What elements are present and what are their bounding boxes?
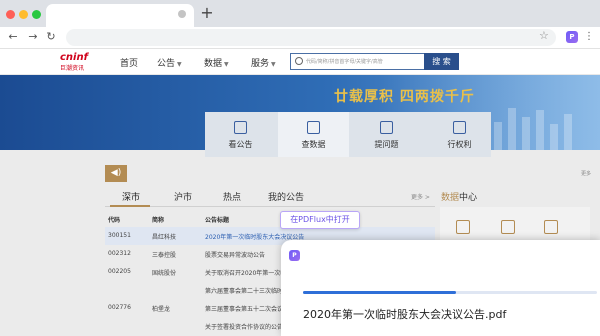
tab-my-announcements[interactable]: 我的公告 <box>268 190 304 203</box>
tab-shenzhen[interactable]: 深市 <box>122 190 140 203</box>
search-placeholder: 代码/简称/拼音首字母/关键字/高管 <box>306 59 383 65</box>
browser-tab-bar: + <box>0 0 600 27</box>
announcement-table-header: 代码 简称 公告标题 <box>105 210 435 224</box>
window-maximize-button[interactable] <box>32 10 41 19</box>
service-label: 行权利 <box>447 140 472 149</box>
service-label: 查数据 <box>301 140 326 149</box>
download-progress-fill <box>303 291 456 294</box>
download-filename: 2020年第一次临时股东大会决议公告.pdf <box>303 308 507 321</box>
more-link-top[interactable]: 更多 <box>581 170 591 177</box>
row-code: 002205 <box>108 268 131 275</box>
data-center-title: 数据中心 <box>441 193 478 203</box>
chevron-down-icon: ▼ <box>177 61 182 68</box>
row-title-link[interactable]: 关于签署投资合作协议的公告 <box>205 322 283 331</box>
bookmark-star-icon[interactable]: ☆ <box>539 29 551 42</box>
pdflux-download-popup: P 2020年第一次临时股东大会决议公告.pdf <box>281 240 600 336</box>
search-button[interactable]: 搜 索 <box>424 53 459 70</box>
window-close-button[interactable] <box>6 10 15 19</box>
tab-hot[interactable]: 热点 <box>223 190 241 203</box>
row-code: 300151 <box>108 232 131 239</box>
tab-shanghai[interactable]: 沪市 <box>174 190 192 203</box>
row-title-link[interactable]: 股票交易异常波动公告 <box>205 250 265 259</box>
speaker-icon: ◀) <box>105 165 127 182</box>
service-label: 看公告 <box>228 140 253 149</box>
chart-icon[interactable] <box>544 220 558 234</box>
row-name: 三泰控股 <box>152 252 177 259</box>
service-ask-question[interactable]: 提问题 <box>351 112 422 157</box>
service-view-announcements[interactable]: 看公告 <box>205 112 276 157</box>
nav-services[interactable]: 服务 ▼ <box>251 56 276 69</box>
search-input[interactable]: 代码/简称/拼音首字母/关键字/高管 <box>290 53 425 70</box>
site-logo[interactable]: cninf 巨潮资讯 <box>60 52 102 72</box>
service-panel: 看公告 查数据 提问题 行权利 <box>205 112 491 157</box>
download-progress-bar <box>303 291 597 294</box>
nav-home[interactable]: 首页 <box>120 56 138 69</box>
logo-text: cninf <box>60 52 88 63</box>
tab-divider <box>105 206 435 207</box>
nav-data[interactable]: 数据 ▼ <box>204 56 229 69</box>
column-title: 公告标题 <box>205 217 230 224</box>
more-link[interactable]: 更多 > <box>411 192 430 201</box>
window-minimize-button[interactable] <box>19 10 28 19</box>
service-check-data[interactable]: 查数据 <box>278 112 349 157</box>
building-icon[interactable] <box>456 220 470 234</box>
browser-tab[interactable] <box>46 4 194 27</box>
forward-arrow-icon[interactable]: → <box>26 30 40 44</box>
reload-icon[interactable]: ↻ <box>44 30 58 44</box>
column-code: 代码 <box>108 217 121 224</box>
pdflux-logo-icon: P <box>289 250 300 261</box>
grid-icon[interactable] <box>501 220 515 234</box>
column-name: 简称 <box>152 217 165 224</box>
row-name: 国统股份 <box>152 270 177 277</box>
chevron-down-icon: ▼ <box>224 61 229 68</box>
back-arrow-icon[interactable]: ← <box>6 30 20 44</box>
document-icon <box>234 121 247 134</box>
new-tab-button[interactable]: + <box>199 4 215 22</box>
row-code: 002776 <box>108 304 131 311</box>
search-icon <box>295 57 303 65</box>
service-label: 提问题 <box>374 140 399 149</box>
row-name: 昌红科技 <box>152 234 177 241</box>
browser-menu-icon[interactable]: ⋮ <box>584 30 594 44</box>
address-bar[interactable] <box>66 29 556 46</box>
chart-line-icon <box>307 121 320 134</box>
logo-subtext: 巨潮资讯 <box>60 65 85 72</box>
tab-close-icon[interactable] <box>178 10 186 18</box>
chat-icon <box>380 121 393 134</box>
pdflux-extension-icon[interactable]: P <box>566 31 578 43</box>
chevron-down-icon: ▼ <box>271 61 276 68</box>
service-exercise-rights[interactable]: 行权利 <box>424 112 495 157</box>
site-header: cninf 巨潮资讯 首页 公告 ▼ 数据 ▼ 服务 ▼ 代码/简称/拼音首字母/关键… <box>0 49 600 75</box>
row-name: 柏堡龙 <box>152 306 171 313</box>
nav-announcements[interactable]: 公告 ▼ <box>157 56 182 69</box>
active-tab-indicator <box>110 205 150 207</box>
open-in-pdflux-button[interactable]: 在PDFlux中打开 <box>280 211 360 229</box>
browser-toolbar: ← → ↻ ☆ P ⋮ <box>0 27 600 49</box>
check-chart-icon <box>453 121 466 134</box>
banner-slogan: 廿载厚积 四两拨千斤 <box>334 89 475 105</box>
row-code: 002312 <box>108 250 131 257</box>
